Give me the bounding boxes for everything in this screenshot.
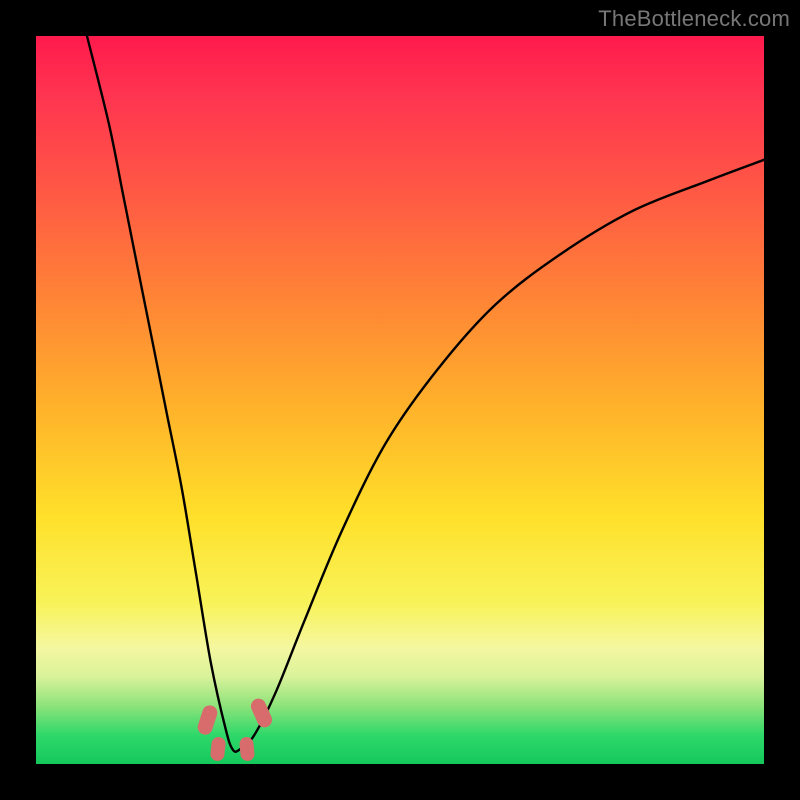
marker-valley-right <box>239 737 255 762</box>
curve-markers <box>36 36 764 764</box>
marker-left-edge-min <box>195 704 219 737</box>
watermark-text: TheBottleneck.com <box>598 6 790 32</box>
outer-frame: TheBottleneck.com <box>0 0 800 800</box>
marker-valley-left <box>210 737 226 762</box>
plot-area <box>36 36 764 764</box>
marker-right-edge-min <box>249 696 275 730</box>
